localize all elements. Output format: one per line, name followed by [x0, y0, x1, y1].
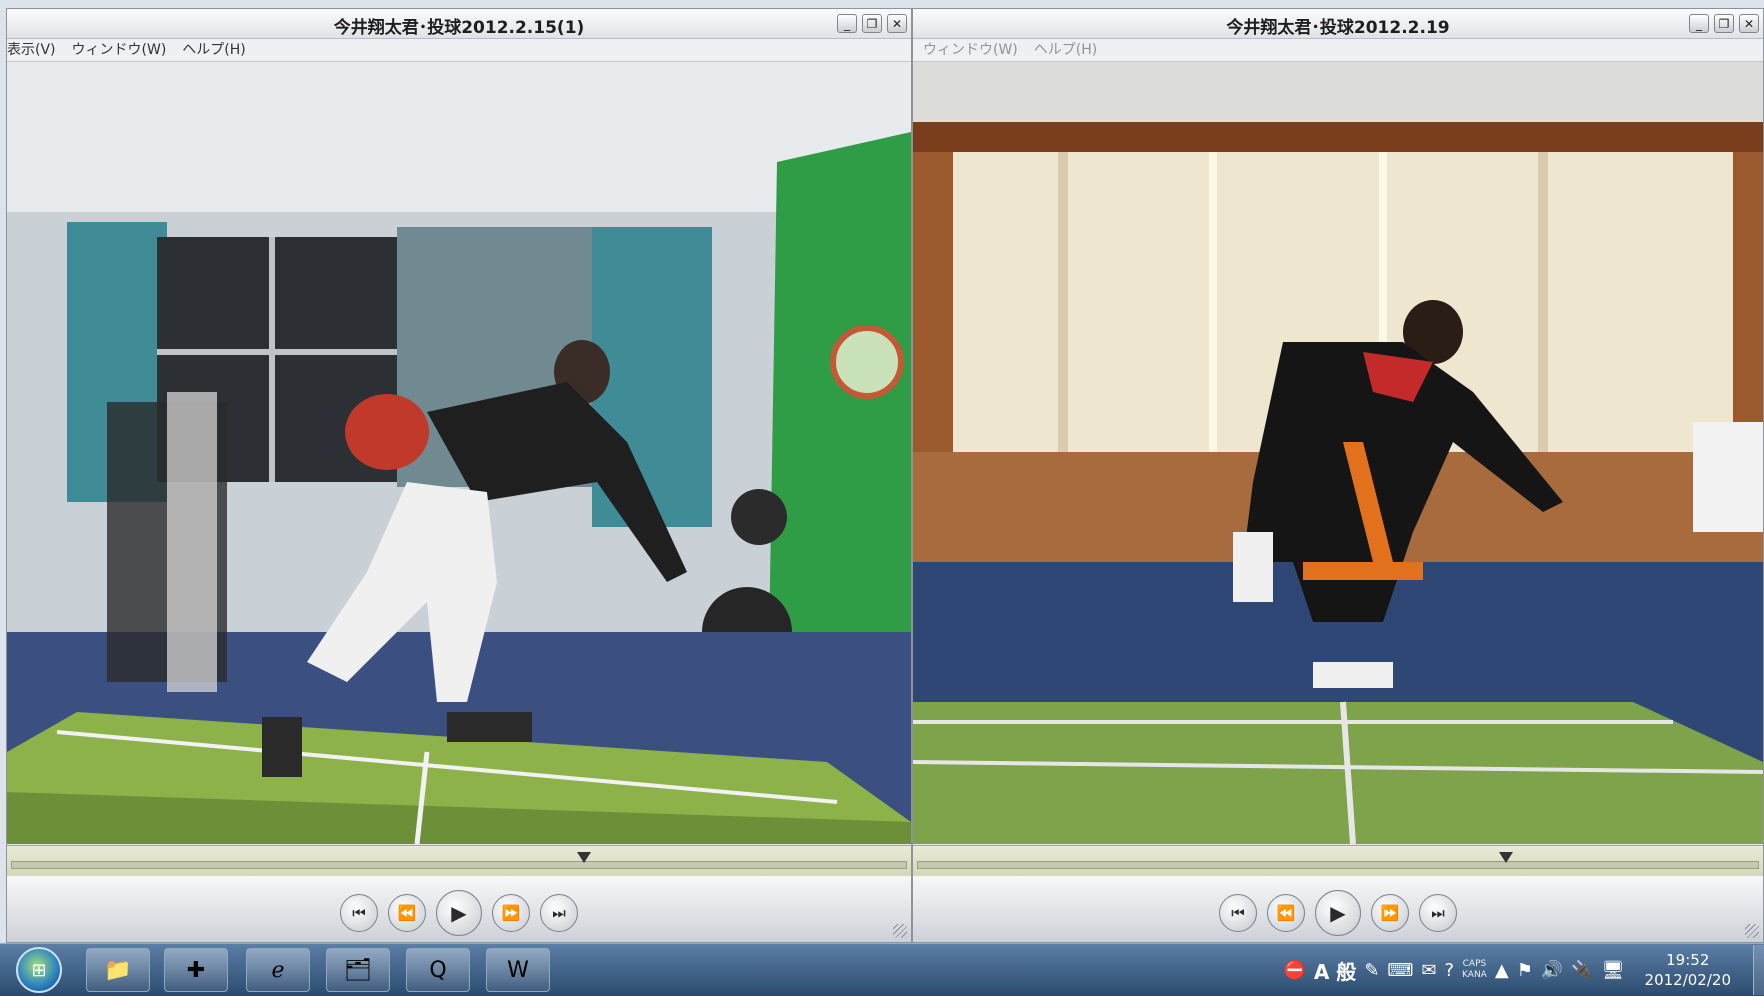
skip-back-button[interactable]: ⏮ — [340, 894, 378, 932]
volume-icon[interactable]: 🔊 — [1541, 960, 1563, 981]
minimize-button[interactable]: _ — [1689, 14, 1709, 33]
internet-explorer-icon[interactable]: ℯ — [246, 948, 310, 992]
menu-bar: 表示(V) ウィンドウ(W) ヘルプ(H) — [7, 39, 911, 62]
quicktime-icon[interactable]: Q — [406, 948, 470, 992]
maximize-button[interactable]: ❐ — [862, 14, 882, 33]
ime-indicator[interactable]: A 般 — [1314, 956, 1356, 985]
seek-track[interactable] — [917, 861, 1759, 869]
network-icon[interactable]: 🖥 — [1602, 960, 1625, 981]
play-button[interactable]: ▶ — [1315, 890, 1361, 936]
title-bar[interactable]: 今井翔太君･投球2012.2.15(1) _ ❐ ✕ — [7, 9, 911, 39]
maximize-button[interactable]: ❐ — [1714, 14, 1734, 33]
minimize-button[interactable]: _ — [837, 14, 857, 33]
ime-tool-icon[interactable]: ✎ — [1364, 960, 1379, 981]
skip-forward-button[interactable]: ⏭ — [540, 894, 578, 932]
rewind-button[interactable]: ⏪ — [388, 894, 426, 932]
fast-forward-button[interactable]: ⏩ — [1371, 894, 1409, 932]
help-icon[interactable]: ? — [1444, 960, 1454, 981]
show-desktop-button[interactable] — [1753, 945, 1764, 995]
ime-dictionary-icon[interactable]: ✉ — [1421, 960, 1436, 981]
clock-time: 19:52 — [1666, 951, 1710, 969]
menu-help[interactable]: ヘルプ(H) — [182, 39, 245, 61]
power-icon[interactable]: 🔌 — [1571, 960, 1593, 981]
video-frame[interactable] — [913, 62, 1763, 844]
word-glyph: W — [507, 957, 529, 983]
menu-view[interactable]: 表示(V) — [7, 39, 56, 61]
playhead-marker[interactable] — [577, 852, 592, 863]
menu-window[interactable]: ウィンドウ(W) — [72, 39, 167, 61]
title-bar[interactable]: 今井翔太君･投球2012.2.19 _ ❐ ✕ — [913, 9, 1763, 39]
resize-grip[interactable] — [893, 924, 907, 938]
playback-controls: ⏮ ⏪ ▶ ⏩ ⏭ — [7, 876, 911, 942]
show-hidden-icons-icon[interactable]: ▲ — [1495, 960, 1509, 981]
playhead-marker[interactable] — [1499, 852, 1514, 863]
video-frame[interactable] — [7, 62, 911, 844]
file-explorer-icon[interactable]: 🗂 — [326, 948, 390, 992]
seek-bar[interactable] — [913, 845, 1763, 876]
playback-controls: ⏮ ⏪ ▶ ⏩ ⏭ — [913, 876, 1763, 942]
window-title: 今井翔太君･投球2012.2.19 — [1226, 18, 1450, 38]
skip-forward-button[interactable]: ⏭ — [1419, 894, 1457, 932]
kana-label: KANA — [1462, 970, 1487, 980]
caps-kana-indicator: CAPS KANA — [1462, 959, 1487, 981]
video-frame-left-image — [7, 62, 911, 844]
menu-window[interactable]: ウィンドウ(W) — [923, 39, 1018, 61]
close-button[interactable]: ✕ — [1739, 14, 1759, 33]
word-icon[interactable]: W — [486, 948, 550, 992]
seek-track[interactable] — [11, 861, 907, 869]
video-player-window-right[interactable]: 今井翔太君･投球2012.2.19 _ ❐ ✕ ウィンドウ(W) ヘルプ(H) — [912, 8, 1764, 943]
rewind-button[interactable]: ⏪ — [1267, 894, 1305, 932]
windows-orb-icon[interactable]: ⊞ — [16, 947, 62, 993]
skip-back-button[interactable]: ⏮ — [1219, 894, 1257, 932]
close-button[interactable]: ✕ — [887, 14, 907, 33]
taskbar: ⊞ 📁 ✚ ℯ 🗂 Q W ⛔ A 般 ✎ ⌨ ✉ ? CAPS KANA ▲ … — [0, 943, 1764, 996]
clock-date: 2012/02/20 — [1644, 971, 1731, 989]
window-title: 今井翔太君･投球2012.2.15(1) — [333, 18, 585, 38]
system-tray: ⛔ A 般 ✎ ⌨ ✉ ? CAPS KANA ▲ ⚑ 🔊 🔌 🖥 19:52 … — [1283, 944, 1764, 996]
ime-pad-icon[interactable]: ⌨ — [1387, 960, 1413, 981]
clock[interactable]: 19:52 2012/02/20 — [1645, 950, 1731, 990]
security-icon[interactable]: ⛔ — [1283, 960, 1305, 981]
video-frame-right-image — [913, 62, 1763, 844]
action-center-flag-icon[interactable]: ⚑ — [1517, 960, 1533, 981]
fast-forward-button[interactable]: ⏩ — [492, 894, 530, 932]
play-button[interactable]: ▶ — [436, 890, 482, 936]
menu-help[interactable]: ヘルプ(H) — [1034, 39, 1097, 61]
video-player-window-left[interactable]: 今井翔太君･投球2012.2.15(1) _ ❐ ✕ 表示(V) ウィンドウ(W… — [6, 8, 912, 943]
folder-icon[interactable]: 📁 — [86, 948, 150, 992]
seek-bar[interactable] — [7, 845, 911, 876]
menu-bar: ウィンドウ(W) ヘルプ(H) — [913, 39, 1763, 62]
caps-label: CAPS — [1462, 959, 1487, 969]
excel-icon[interactable]: ✚ — [164, 948, 228, 992]
resize-grip[interactable] — [1745, 924, 1759, 938]
